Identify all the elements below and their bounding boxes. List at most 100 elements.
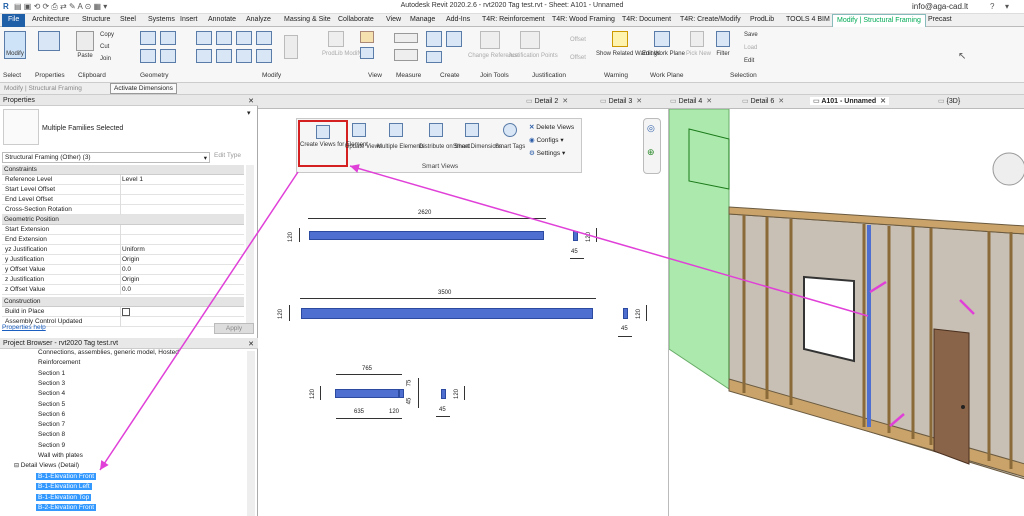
geometry-join-icon[interactable]	[140, 49, 156, 63]
browser-item[interactable]: Section 8	[38, 431, 65, 438]
mirror-icon[interactable]	[236, 31, 252, 45]
ribbon-tab[interactable]: Architecture	[32, 16, 69, 23]
ribbon-tab[interactable]: Collaborate	[338, 16, 374, 23]
ribbon-tab[interactable]: TOOLS 4 BIM	[786, 16, 830, 23]
ribbon-tab[interactable]: T4R: Reinforcement	[482, 16, 545, 23]
property-row[interactable]: End Level Offset	[2, 195, 244, 205]
view-override-icon[interactable]	[360, 47, 374, 59]
document-tab[interactable]: ▭ Detail 6 ✕	[742, 97, 784, 105]
properties-help-link[interactable]: Properties help	[2, 324, 46, 331]
property-row[interactable]: Start Extension	[2, 225, 244, 235]
geometry-paint-icon[interactable]	[160, 49, 176, 63]
document-tab[interactable]: ▭ Detail 3 ✕	[600, 97, 642, 105]
create-parts-icon[interactable]	[446, 31, 462, 47]
property-row[interactable]: z Justification Origin	[2, 275, 244, 285]
category-construction[interactable]: Construction	[2, 297, 244, 307]
geometry-cut-icon[interactable]	[160, 31, 176, 45]
3d-view-canvas[interactable]	[668, 109, 1024, 516]
measure-icon[interactable]	[394, 33, 418, 43]
rotate-icon[interactable]	[236, 49, 252, 63]
ribbon-tab[interactable]: Structure	[82, 16, 110, 23]
browser-item[interactable]: Connections, assemblies, generic model, …	[38, 349, 179, 356]
create-views-button[interactable]: Create Views for Element	[298, 120, 368, 167]
navigation-bar[interactable]: ◎ ⊕	[643, 118, 661, 174]
window-controls-icon[interactable]: ▾	[1005, 2, 1009, 11]
ribbon-tab[interactable]: Annotate	[208, 16, 236, 23]
ribbon-tab[interactable]: Precast	[928, 16, 952, 23]
close-icon[interactable]: ✕	[248, 340, 254, 348]
configs-button[interactable]: ◉ Configs ▾	[529, 136, 564, 144]
ribbon-tab[interactable]: T4R: Create/Modify	[680, 16, 741, 23]
document-tab[interactable]: ▭ {3D}	[938, 97, 960, 105]
browser-detail-views-node[interactable]: ⊟ Detail Views (Detail)	[14, 462, 79, 469]
category-constraints[interactable]: Constraints	[2, 165, 244, 175]
property-row[interactable]: y Offset Value 0.0	[2, 265, 244, 275]
create-assembly-icon[interactable]	[426, 31, 442, 47]
warning-icon[interactable]	[612, 31, 628, 47]
browser-item[interactable]: Section 1	[38, 370, 65, 377]
mirror-draw-icon[interactable]	[256, 31, 272, 45]
property-value[interactable]: 0.0	[122, 286, 131, 293]
distribute-on-sheet-icon[interactable]	[429, 123, 443, 137]
browser-selected-view[interactable]: B-2-Elevation Front	[36, 503, 96, 511]
create-group-icon[interactable]	[426, 51, 442, 63]
browser-item[interactable]: Section 4	[38, 390, 65, 397]
browser-item[interactable]: Reinforcement	[38, 359, 80, 366]
multiple-elements-icon[interactable]	[389, 123, 403, 137]
ribbon-tab[interactable]: Modify | Structural Framing	[832, 14, 926, 28]
steering-wheel-icon[interactable]: ◎	[647, 123, 655, 134]
offset-y-button[interactable]: Offset	[570, 37, 586, 44]
ribbon-tab[interactable]: ProdLib	[750, 16, 774, 23]
browser-selected-view[interactable]: B-1-Elevation Front	[36, 473, 96, 480]
change-reference-icon[interactable]	[480, 31, 500, 49]
browser-scrollbar[interactable]	[247, 351, 255, 516]
properties-scrollbar[interactable]	[246, 165, 254, 325]
browser-item[interactable]: Section 6	[38, 411, 65, 418]
ribbon-tab[interactable]: T4R: Wood Framing	[552, 16, 615, 23]
view-hide-icon[interactable]	[360, 31, 374, 43]
edit-type-button[interactable]: Edit Type	[214, 152, 241, 159]
copy-tool-icon[interactable]	[216, 49, 232, 63]
paste-icon[interactable]	[76, 31, 94, 51]
edit-work-plane-icon[interactable]	[654, 31, 670, 47]
document-tab[interactable]: ▭ Detail 2 ✕	[526, 97, 568, 105]
close-tab-icon[interactable]: ✕	[706, 98, 712, 105]
property-row[interactable]: z Offset Value 0.0	[2, 285, 244, 295]
ribbon-tab[interactable]: View	[386, 16, 401, 23]
ribbon-tab[interactable]: File	[2, 14, 26, 27]
close-icon[interactable]: ✕	[248, 97, 254, 105]
type-selector-chevron-icon[interactable]: ▾	[247, 109, 251, 117]
apply-button[interactable]: Apply	[214, 323, 254, 334]
copy-button[interactable]: Copy	[100, 32, 114, 39]
category-geometric-position[interactable]: Geometric Position	[2, 215, 244, 225]
properties-icon[interactable]	[38, 31, 60, 51]
close-tab-icon[interactable]: ✕	[562, 98, 568, 105]
property-value[interactable]: Origin	[122, 256, 139, 263]
update-views-icon[interactable]	[352, 123, 366, 137]
join-button[interactable]: Join	[100, 56, 111, 63]
property-row[interactable]: y Justification Origin	[2, 255, 244, 265]
ribbon-tab[interactable]: Systems	[148, 16, 175, 23]
dimension-icon[interactable]	[394, 49, 418, 61]
prodlib-modify-icon[interactable]	[328, 31, 344, 47]
instance-filter-select[interactable]: Structural Framing (Other) (3) ▾	[2, 152, 210, 163]
browser-selected-view[interactable]: B-1-Elevation Top	[36, 493, 92, 501]
ribbon-tab[interactable]: Add-Ins	[446, 16, 470, 23]
build-in-place-checkbox[interactable]	[122, 308, 130, 316]
ribbon-tab[interactable]: T4R: Document	[622, 16, 671, 23]
close-tab-icon[interactable]: ✕	[778, 98, 784, 105]
smart-dimensions-icon[interactable]	[465, 123, 479, 137]
smart-tags-icon[interactable]	[503, 123, 517, 137]
property-row[interactable]: Cross-Section Rotation	[2, 205, 244, 215]
selection-save-button[interactable]: Save	[744, 32, 758, 39]
align-icon[interactable]	[196, 31, 212, 45]
property-value[interactable]: Uniform	[122, 246, 145, 253]
property-row[interactable]: Start Level Offset	[2, 185, 244, 195]
geometry-cope-icon[interactable]	[140, 31, 156, 45]
browser-item[interactable]: Section 7	[38, 421, 65, 428]
document-tab[interactable]: ▭ Detail 4 ✕	[670, 97, 712, 105]
offset-icon[interactable]	[216, 31, 232, 45]
move-icon[interactable]	[196, 49, 212, 63]
collapse-icon[interactable]: ⊟	[14, 463, 21, 469]
document-tab[interactable]: ▭ A101 - Unnamed ✕	[810, 97, 890, 105]
